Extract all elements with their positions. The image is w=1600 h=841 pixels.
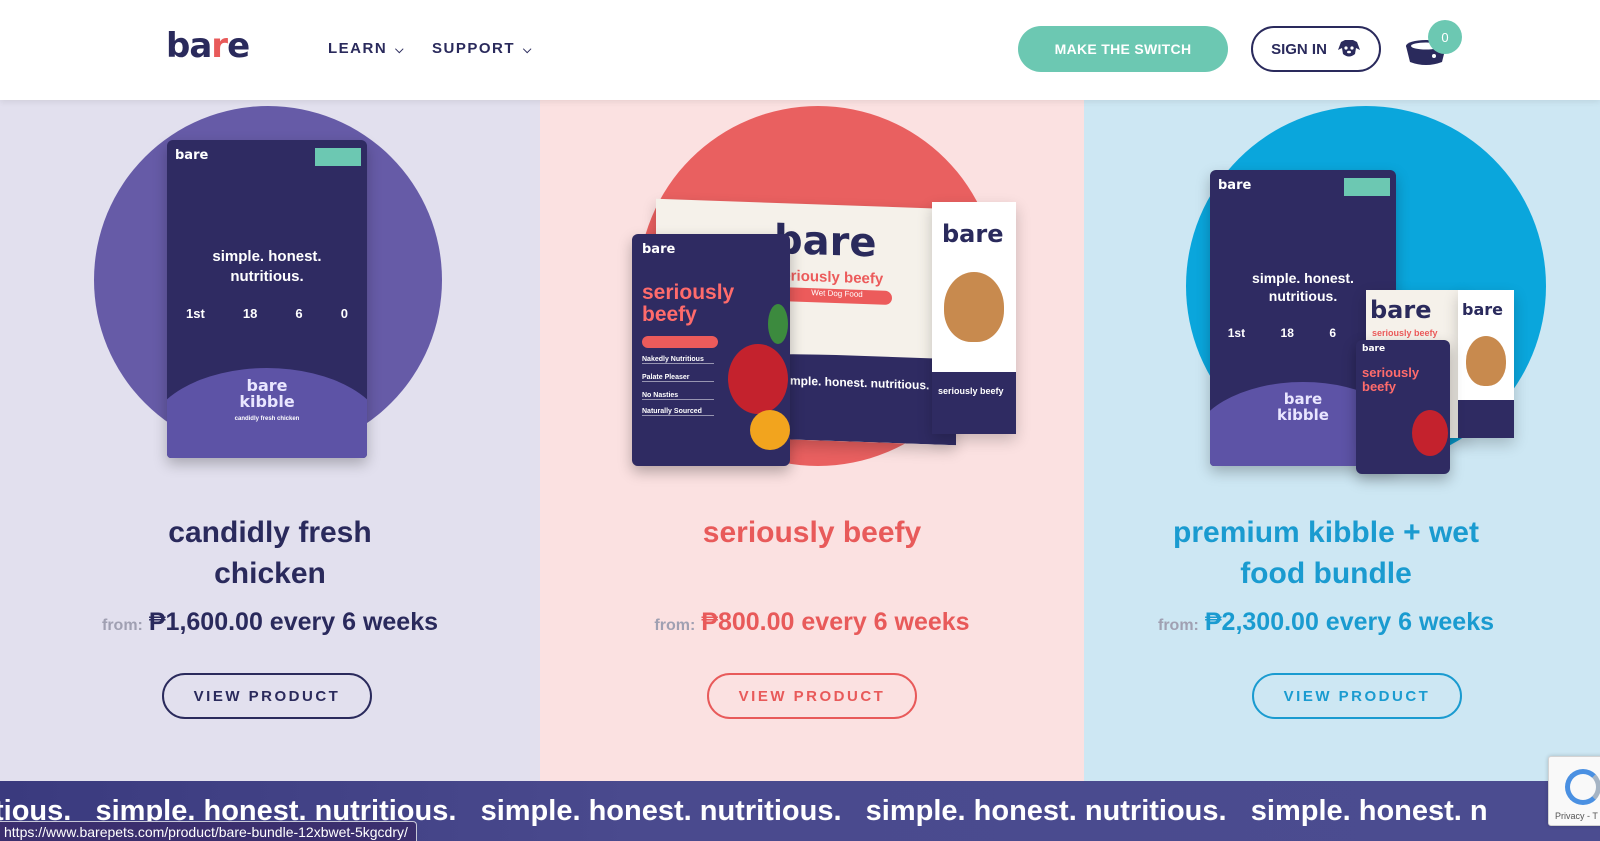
recaptcha-privacy-text: Privacy - T	[1555, 811, 1598, 821]
product-title: candidly fresh chicken	[0, 512, 540, 594]
pouch-title-line: beefy	[1362, 378, 1396, 394]
pouch-feature: No Nasties	[642, 392, 714, 400]
bag-stat: 18	[242, 306, 258, 321]
sign-in-label: SIGN IN	[1271, 40, 1327, 58]
link-status-bar: https://www.barepets.com/product/bare-bu…	[0, 821, 417, 841]
chevron-down-icon: ⌵	[395, 44, 406, 56]
product-price: from: ₱2,300.00 every 6 weeks	[1084, 608, 1596, 637]
bag-flavor: candidly fresh chicken	[234, 416, 300, 422]
pouch-logo: bare	[642, 242, 676, 257]
bag-stat: 1st	[1227, 326, 1246, 340]
herb-illustration	[768, 304, 788, 344]
beef-illustration	[1412, 410, 1448, 456]
pouch-title-line: seriously	[1362, 365, 1420, 380]
bag-logo: bare	[175, 148, 209, 163]
recaptcha-icon	[1565, 769, 1600, 805]
pouch-feature: Nakedly Nutritious	[642, 356, 714, 364]
wet-food-box-side: bare seriously beefy	[932, 202, 1016, 434]
pouch-pill	[642, 336, 718, 348]
pouch-title: seriously beefy	[1362, 366, 1419, 393]
sign-in-button[interactable]: SIGN IN	[1251, 26, 1381, 72]
bag-tag	[315, 148, 361, 166]
bag-stat: 18	[1280, 326, 1294, 340]
bag-logo: bare	[1218, 178, 1252, 193]
price-value: ₱1,600.00 every 6 weeks	[148, 608, 439, 636]
view-product-button[interactable]: VIEW PRODUCT	[707, 673, 917, 719]
cart-count-badge: 0	[1428, 20, 1462, 54]
product-title-line: premium kibble + wet	[1173, 516, 1479, 549]
product-title: seriously beefy	[542, 512, 1082, 553]
bag-stat: 6	[295, 306, 303, 321]
pouch-feature: Naturally Sourced	[642, 408, 714, 416]
product-card-beefy: bare seriously beefy Wet Dog Food simple…	[540, 100, 1084, 781]
box-side-band	[932, 372, 1016, 434]
dog-illustration	[944, 272, 1004, 342]
bag-stat: 1st	[186, 306, 205, 321]
box-side-logo: bare	[1462, 300, 1503, 319]
site-logo[interactable]: bare	[166, 26, 250, 66]
recaptcha-badge[interactable]: Privacy - T	[1548, 756, 1600, 826]
pouch-feature: Palate Pleaser	[642, 374, 714, 382]
from-label: from:	[101, 617, 143, 634]
bag-slogan-2: nutritious.	[230, 268, 304, 285]
box-side-text: seriously beefy	[938, 386, 1004, 396]
product-title: premium kibble + wet food bundle	[1084, 512, 1596, 594]
bag-slogan-1: simple. honest.	[212, 248, 322, 265]
bag-slogan-1: simple. honest.	[1252, 270, 1354, 286]
product-card-chicken: bare simple. honest. nutritious. 1st 18 …	[0, 100, 540, 781]
product-price: from: ₱800.00 every 6 weeks	[542, 608, 1082, 637]
bag-stats: 1st 18 6 0	[167, 306, 367, 321]
bag-tag	[1344, 178, 1390, 196]
chevron-down-icon: ⌵	[523, 44, 533, 56]
product-card-bundle: bare simple. honest. nutritious. 1st 18 …	[1084, 100, 1600, 781]
dog-face-icon	[1337, 40, 1360, 57]
box-side-band	[1458, 400, 1514, 438]
bag-stat: 6	[1329, 326, 1337, 340]
view-product-button[interactable]: VIEW PRODUCT	[162, 673, 372, 719]
bag-brand-2: kibble	[239, 392, 295, 411]
kibble-bag-image: bare simple. honest. nutritious. 1st 18 …	[167, 140, 367, 458]
view-product-button[interactable]: VIEW PRODUCT	[1252, 673, 1462, 719]
product-title-line: chicken	[214, 557, 326, 590]
pouch-title-line: seriously	[642, 281, 735, 304]
wet-food-box-side: bare	[1458, 290, 1514, 438]
product-title-line: seriously beefy	[702, 516, 922, 549]
nav-support[interactable]: SUPPORT ⌵	[432, 40, 533, 57]
nav-support-label: SUPPORT	[432, 40, 516, 57]
price-value: ₱2,300.00 every 6 weeks	[1204, 608, 1495, 636]
pouch-logo: bare	[1362, 344, 1386, 354]
product-title-line: candidly fresh	[168, 516, 372, 549]
from-label: from:	[654, 617, 696, 634]
beef-illustration	[728, 344, 788, 414]
pumpkin-illustration	[750, 410, 790, 450]
dog-illustration	[1466, 336, 1506, 386]
product-title-line: food bundle	[1240, 557, 1412, 590]
pouch-title-line: beefy	[642, 303, 697, 327]
wet-food-pouch-image: bare seriously beefy	[1356, 340, 1450, 474]
nav-learn[interactable]: LEARN ⌵	[328, 40, 405, 57]
wet-food-pouch-image: bare seriously beefy Nakedly Nutritious …	[632, 234, 790, 466]
make-the-switch-button[interactable]: MAKE THE SWITCH	[1018, 26, 1228, 72]
from-label: from:	[1157, 617, 1199, 634]
box-side-logo: bare	[942, 220, 1004, 248]
box-subtitle: seriously beefy	[1372, 328, 1438, 338]
box-logo: bare	[1370, 296, 1432, 324]
nav-learn-label: LEARN	[328, 40, 388, 57]
price-value: ₱800.00 every 6 weeks	[701, 608, 970, 636]
box-subtitle: seriously beefy	[774, 266, 884, 288]
pouch-title: seriously beefy	[642, 281, 735, 327]
product-price: from: ₱1,600.00 every 6 weeks	[0, 608, 540, 637]
site-header: bare LEARN ⌵ SUPPORT ⌵ MAKE THE SWITCH SIG…	[0, 0, 1600, 100]
bag-stat: 0	[340, 306, 348, 321]
box-pill: Wet Dog Food	[782, 287, 892, 306]
